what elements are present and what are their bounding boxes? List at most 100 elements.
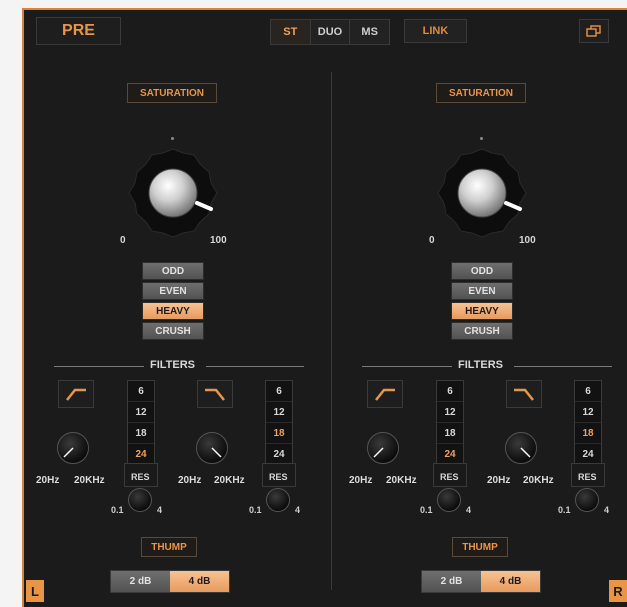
stereo-mode-group: ST DUO MS — [270, 19, 390, 45]
highpass-freq-knob[interactable] — [367, 432, 399, 464]
mode-even-button[interactable]: EVEN — [451, 282, 513, 300]
highpass-slope-selector: 6 12 18 24 — [436, 380, 464, 467]
knob-pointer — [63, 447, 74, 458]
slope-option[interactable]: 6 — [128, 381, 154, 402]
mode-crush-button[interactable]: CRUSH — [451, 322, 513, 340]
mode-heavy-button[interactable]: HEAVY — [451, 302, 513, 320]
main-panel — [22, 8, 627, 607]
slope-option[interactable]: 12 — [266, 402, 292, 423]
slope-option[interactable]: 18 — [575, 423, 601, 444]
window-icon — [586, 25, 601, 37]
knob-top-tick — [171, 137, 174, 140]
slope-option[interactable]: 24 — [266, 444, 292, 465]
filters-rule-left — [362, 366, 452, 367]
slope-option[interactable]: 18 — [437, 423, 463, 444]
highpass-shape-button[interactable] — [58, 380, 94, 408]
knob-max-label: 100 — [210, 235, 227, 246]
thump-db-selector-left: 2 dB 4 dB — [110, 570, 230, 593]
knob-max-label: 100 — [519, 235, 536, 246]
pre-button[interactable]: PRE — [36, 17, 121, 45]
db-2-button[interactable]: 2 dB — [111, 571, 170, 592]
lowpass-shape-button[interactable] — [506, 380, 542, 408]
saturation-knob-right[interactable] — [434, 145, 530, 241]
db-4-button[interactable]: 4 dB — [170, 571, 229, 592]
filters-rule-right — [206, 366, 304, 367]
db-4-button[interactable]: 4 dB — [481, 571, 540, 592]
mode-duo-button[interactable]: DUO — [311, 20, 351, 44]
highpass-icon — [375, 388, 395, 401]
highpass-min-label: 20Hz — [36, 475, 60, 486]
lowpass-icon — [205, 388, 225, 401]
mode-ms-button[interactable]: MS — [350, 20, 389, 44]
res-min-label: 0.1 — [111, 505, 124, 515]
res-knob-lp[interactable] — [575, 488, 599, 512]
window-toggle-button[interactable] — [579, 19, 609, 43]
slope-option[interactable]: 24 — [437, 444, 463, 465]
highpass-min-label: 20Hz — [349, 475, 373, 486]
filters-heading: FILTERS — [150, 359, 196, 371]
lowpass-freq-knob[interactable] — [196, 432, 228, 464]
channel-left-badge: L — [26, 580, 44, 602]
filters-heading: FILTERS — [458, 359, 504, 371]
filters-rule-right — [514, 366, 612, 367]
slope-option[interactable]: 18 — [266, 423, 292, 444]
slope-option[interactable]: 12 — [128, 402, 154, 423]
db-2-button[interactable]: 2 dB — [422, 571, 481, 592]
saturation-button-left[interactable]: SATURATION — [127, 83, 217, 103]
slope-option[interactable]: 24 — [128, 444, 154, 465]
knob-graphic — [128, 148, 218, 238]
saturation-mode-stack-right: ODD EVEN HEAVY CRUSH — [451, 262, 513, 342]
res-label: RES — [131, 472, 150, 482]
highpass-icon — [66, 388, 86, 401]
highpass-freq-knob[interactable] — [57, 432, 89, 464]
lowpass-shape-button[interactable] — [197, 380, 233, 408]
mode-even-button[interactable]: EVEN — [142, 282, 204, 300]
highpass-max-label: 20KHz — [386, 475, 417, 486]
lowpass-freq-knob[interactable] — [505, 432, 537, 464]
res-knob-lp[interactable] — [266, 488, 290, 512]
thump-db-selector-right: 2 dB 4 dB — [421, 570, 541, 593]
plugin-window: PRE ST DUO MS LINK SATURATION 0 100 ODD … — [0, 0, 627, 607]
res-label: RES — [440, 472, 459, 482]
res-max-label: 4 — [157, 505, 163, 515]
res-knob-hp[interactable] — [128, 488, 152, 512]
slope-option[interactable]: 18 — [128, 423, 154, 444]
link-button[interactable]: LINK — [404, 19, 467, 43]
saturation-knob-left[interactable] — [125, 145, 221, 241]
res-label: RES — [269, 472, 288, 482]
lowpass-max-label: 20KHz — [214, 475, 245, 486]
mode-crush-button[interactable]: CRUSH — [142, 322, 204, 340]
channel-right-badge: R — [609, 580, 627, 602]
res-min-label: 0.1 — [558, 505, 571, 515]
slope-option[interactable]: 12 — [437, 402, 463, 423]
mode-st-button[interactable]: ST — [271, 20, 311, 44]
res-min-label: 0.1 — [420, 505, 433, 515]
filters-rule-left — [54, 366, 144, 367]
slope-option[interactable]: 12 — [575, 402, 601, 423]
knob-pointer — [520, 447, 531, 458]
mode-odd-button[interactable]: ODD — [451, 262, 513, 280]
slope-option[interactable]: 6 — [437, 381, 463, 402]
knob-pointer — [373, 447, 384, 458]
lowpass-slope-selector: 6 12 18 24 — [574, 380, 602, 467]
res-max-label: 4 — [295, 505, 301, 515]
thump-button-left[interactable]: THUMP — [141, 537, 197, 557]
thump-button-right[interactable]: THUMP — [452, 537, 508, 557]
res-min-label: 0.1 — [249, 505, 262, 515]
highpass-shape-button[interactable] — [367, 380, 403, 408]
slope-option[interactable]: 24 — [575, 444, 601, 465]
knob-min-label: 0 — [429, 235, 435, 246]
slope-option[interactable]: 6 — [575, 381, 601, 402]
lowpass-min-label: 20Hz — [178, 475, 202, 486]
knob-pointer — [211, 447, 222, 458]
knob-min-label: 0 — [120, 235, 126, 246]
slope-option[interactable]: 6 — [266, 381, 292, 402]
res-knob-hp[interactable] — [437, 488, 461, 512]
mode-odd-button[interactable]: ODD — [142, 262, 204, 280]
channel-divider — [331, 72, 332, 590]
lowpass-min-label: 20Hz — [487, 475, 511, 486]
saturation-button-right[interactable]: SATURATION — [436, 83, 526, 103]
saturation-mode-stack-left: ODD EVEN HEAVY CRUSH — [142, 262, 204, 342]
res-max-label: 4 — [466, 505, 472, 515]
mode-heavy-button[interactable]: HEAVY — [142, 302, 204, 320]
